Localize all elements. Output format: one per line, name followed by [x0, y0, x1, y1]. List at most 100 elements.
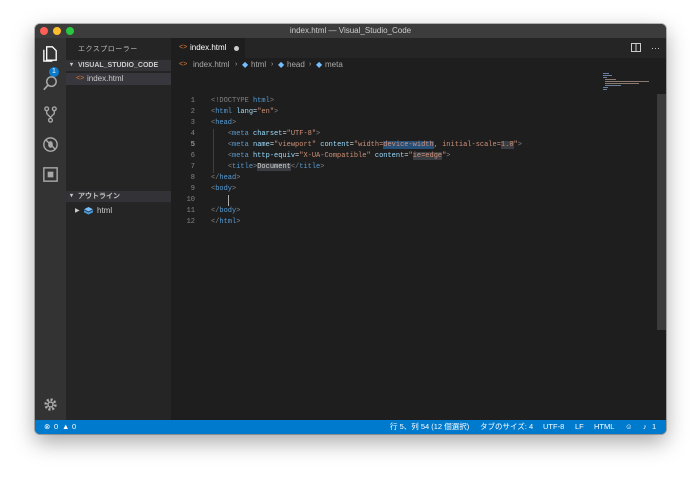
line-number: 5 — [190, 141, 195, 149]
minimize-window-button[interactable] — [53, 27, 61, 35]
language-mode[interactable]: HTML — [594, 420, 614, 434]
breadcrumb-item[interactable]: index.html — [193, 58, 229, 72]
maximize-window-button[interactable] — [66, 27, 74, 35]
folder-section-header[interactable]: ▾ VISUAL_STUDIO_CODE — [66, 60, 171, 71]
code-line[interactable]: <head> — [211, 118, 236, 129]
code-editor[interactable]: 1 <!DOCTYPE html> 2 <html lang="en"> 3 <head>… — [171, 72, 666, 420]
code-token: head — [215, 119, 233, 127]
error-count[interactable]: 0 — [54, 420, 58, 434]
code-token: body — [215, 185, 233, 193]
code-line[interactable]: <!DOCTYPE html> — [211, 96, 274, 107]
code-token: > — [274, 108, 279, 116]
notification-count[interactable]: 1 — [652, 420, 656, 434]
code-token: "width= — [353, 141, 384, 149]
symbol-field-icon — [84, 207, 93, 215]
line-number: 12 — [186, 218, 195, 226]
code-line[interactable]: </body> — [211, 206, 240, 217]
debug-icon[interactable] — [41, 135, 60, 154]
scrollbar-thumb[interactable] — [657, 94, 666, 330]
code-line[interactable]: <title>Document</title> — [211, 162, 324, 173]
code-line[interactable]: <body> — [211, 184, 236, 195]
breadcrumb-item[interactable]: meta — [325, 58, 343, 72]
tab-size[interactable]: タブのサイズ: 4 — [480, 420, 533, 434]
editor-tabs: <> index.html ⋯ — [171, 38, 666, 58]
chevron-down-icon: ▾ — [70, 193, 74, 199]
outline-item-label: html — [97, 206, 113, 215]
code-token: meta — [232, 141, 249, 149]
code-token: > — [232, 119, 237, 127]
symbol-field-icon: ◆ — [278, 60, 285, 69]
activity-bar: 1 — [35, 38, 66, 420]
code-token: > — [269, 97, 275, 105]
text-cursor — [228, 195, 229, 206]
gear-icon[interactable] — [41, 395, 60, 414]
encoding[interactable]: UTF-8 — [543, 420, 564, 434]
code-line[interactable]: </head> — [211, 173, 240, 184]
code-token: title — [299, 163, 321, 171]
status-bar: ⊗ 0 ▲ 0 行 5、列 54 (12 個選択) タブのサイズ: 4 UTF-… — [35, 420, 666, 434]
end-of-line[interactable]: LF — [575, 420, 584, 434]
code-line[interactable]: </html> — [211, 217, 240, 228]
feedback-smiley-icon[interactable]: ☺ — [625, 420, 633, 434]
code-token: "en" — [257, 108, 275, 116]
code-token: "UTF-8" — [286, 130, 317, 138]
file-item[interactable]: <> index.html — [66, 73, 171, 85]
code-token: content — [370, 152, 405, 160]
bell-icon[interactable]: ♪ — [643, 420, 647, 434]
symbol-field-icon: ◆ — [316, 60, 323, 69]
sidebar-title: エクスプローラー — [78, 46, 138, 53]
warning-icon[interactable]: ▲ — [62, 420, 69, 434]
folder-name: VISUAL_STUDIO_CODE — [78, 62, 159, 69]
code-line[interactable]: <meta http-equiv="X-UA-Compatible" conte… — [211, 151, 451, 162]
explorer-sidebar: エクスプローラー ▾ VISUAL_STUDIO_CODE <> index.h… — [66, 38, 171, 420]
code-token: > — [232, 185, 237, 193]
close-window-button[interactable] — [40, 27, 48, 35]
code-line[interactable]: <meta name="viewport" content="width=dev… — [211, 140, 522, 151]
unsaved-dot-icon[interactable] — [234, 46, 239, 51]
file-name: index.html — [87, 74, 124, 83]
html-file-icon: <> — [179, 44, 188, 51]
tab-label: index.html — [190, 43, 227, 52]
line-number: 11 — [186, 207, 195, 215]
files-icon[interactable] — [41, 44, 60, 63]
split-editor-icon[interactable] — [631, 43, 642, 52]
code-line[interactable]: <meta charset="UTF-8"> — [211, 129, 320, 140]
line-number: 3 — [190, 119, 195, 127]
code-line[interactable]: <html lang="en"> — [211, 107, 278, 118]
outline-title: アウトライン — [78, 193, 120, 200]
code-token: html — [215, 108, 233, 116]
code-token: > — [517, 141, 522, 149]
symbol-field-icon: ◆ — [242, 60, 249, 69]
line-number: 9 — [190, 185, 195, 193]
vscode-window: index.html — Visual_Studio_Code 1 エクスプロー… — [35, 24, 666, 434]
cursor-position[interactable]: 行 5、列 54 (12 個選択) — [390, 420, 469, 434]
code-token: head — [219, 174, 237, 182]
code-token: > — [236, 207, 241, 215]
warning-count[interactable]: 0 — [72, 420, 76, 434]
error-icon[interactable]: ⊗ — [44, 420, 50, 434]
title-bar: index.html — Visual_Studio_Code — [35, 24, 666, 38]
line-number: 10 — [186, 196, 195, 204]
tab-index-html[interactable]: <> index.html — [171, 38, 245, 58]
code-token: charset — [248, 130, 283, 138]
outline-section-header[interactable]: ▾ アウトライン — [66, 191, 171, 202]
search-icon[interactable] — [41, 74, 60, 93]
code-token: ie=edge — [412, 152, 443, 160]
html-file-icon: <> — [179, 61, 188, 68]
line-number: 8 — [190, 174, 195, 182]
extensions-icon[interactable] — [41, 165, 60, 184]
more-actions-icon[interactable]: ⋯ — [651, 43, 660, 53]
code-token: name — [248, 141, 270, 149]
code-token: > — [236, 218, 241, 226]
source-control-icon[interactable] — [41, 105, 60, 124]
minimap[interactable] — [603, 72, 653, 92]
code-token: title — [232, 163, 254, 171]
outline-item[interactable]: ▶ html — [66, 205, 171, 217]
code-token: html — [253, 97, 270, 105]
breadcrumb-item[interactable]: head — [287, 58, 305, 72]
code-token: </ — [290, 163, 300, 171]
code-line[interactable] — [211, 195, 228, 206]
code-token: body — [219, 207, 237, 215]
breadcrumb-item[interactable]: html — [251, 58, 266, 72]
